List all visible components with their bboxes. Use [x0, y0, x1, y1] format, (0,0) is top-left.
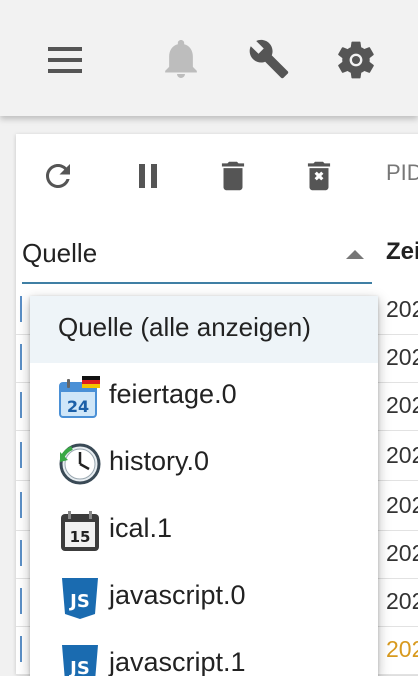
ical-day-text: 15	[70, 528, 91, 546]
javascript-icon: JS	[62, 578, 98, 619]
pid-column-label: PID	[386, 160, 418, 185]
row-time: 202	[386, 442, 418, 468]
menu-item-label: history.0	[109, 446, 210, 476]
row-time: 202	[386, 636, 418, 662]
pause-icon[interactable]	[130, 158, 166, 194]
menu-item-feiertage[interactable]: 24 feiertage.0	[30, 363, 378, 430]
menu-item-all-sources[interactable]: Quelle (alle anzeigen)	[30, 296, 378, 363]
arrow-up-icon[interactable]	[346, 250, 364, 259]
source-filter-value: Quelle	[22, 238, 98, 268]
delete-icon[interactable]	[214, 156, 252, 196]
row-time: 202	[386, 492, 418, 518]
menu-item-label: Quelle (alle anzeigen)	[58, 312, 311, 342]
calendar-15-icon: 15	[61, 511, 99, 551]
row-time: 202	[386, 588, 418, 614]
calendar-day-text: 24	[67, 397, 89, 416]
gear-icon[interactable]	[334, 38, 378, 82]
menu-item-history[interactable]: history.0	[30, 430, 378, 497]
js-text: JS	[68, 658, 90, 676]
menu-item-label: javascript.1	[109, 647, 246, 676]
menu-item-javascript-0[interactable]: JS javascript.0	[30, 564, 378, 631]
javascript-icon: JS	[62, 645, 98, 676]
menu-item-label: ical.1	[109, 513, 173, 543]
wrench-icon[interactable]	[246, 38, 292, 80]
menu-item-ical[interactable]: 15 ical.1	[30, 497, 378, 564]
menu-item-label: javascript.0	[109, 580, 246, 610]
time-column-header[interactable]: Zei	[386, 238, 418, 266]
source-filter-menu: Quelle (alle anzeigen) 24 feiertage.0 hi…	[30, 296, 378, 676]
clear-log-icon[interactable]	[300, 156, 338, 196]
bell-icon[interactable]	[162, 38, 200, 80]
row-time: 202	[386, 540, 418, 566]
menu-icon[interactable]	[46, 44, 84, 76]
app-bar	[0, 0, 418, 116]
refresh-icon[interactable]	[40, 158, 76, 194]
history-clock-icon	[59, 443, 101, 485]
source-filter-select[interactable]: Quelle	[22, 222, 372, 284]
calendar-24-icon: 24	[59, 376, 100, 418]
row-time: 202	[386, 392, 418, 418]
row-time: 202	[386, 344, 418, 370]
js-text: JS	[68, 591, 90, 612]
row-time: 202	[386, 296, 418, 322]
menu-item-javascript-1[interactable]: JS javascript.1	[30, 631, 378, 676]
menu-item-label: feiertage.0	[109, 379, 237, 409]
